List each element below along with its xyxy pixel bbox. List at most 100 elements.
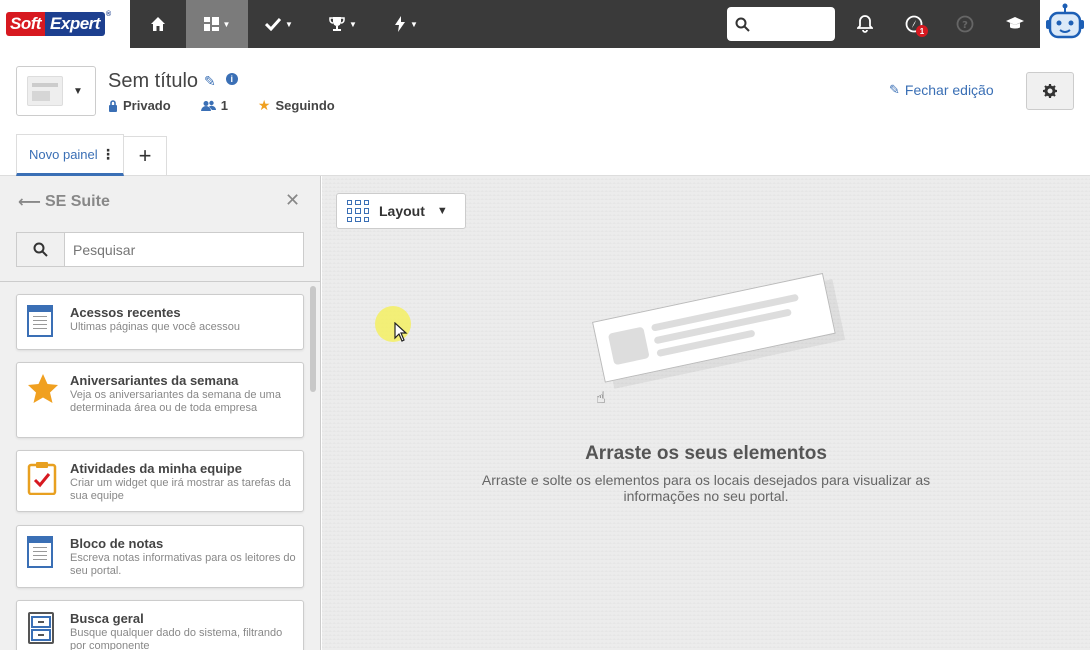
widget-title: Busca geral [70,611,144,626]
widget-description: Ultimas páginas que você acessou [70,321,240,333]
info-icon[interactable]: i [225,72,238,85]
title-row: Sem título ✎ i [108,70,238,93]
global-search-input[interactable] [756,16,826,32]
learning-button[interactable] [1001,10,1029,38]
privacy-status[interactable]: Privado [108,98,171,113]
svg-text:?: ? [962,20,968,31]
follow-label: Seguindo [275,98,335,113]
notepad-icon [27,536,57,570]
notifications-button[interactable] [851,10,879,38]
portal-header: ▼ Sem título ✎ i Privado 1 ★ Seguindo ✎ … [0,48,1090,176]
bell-icon [857,15,873,33]
portal-thumbnail-select[interactable]: ▼ [16,66,96,116]
nav-achievements-button[interactable]: ▼ [318,0,368,48]
gear-icon [1043,84,1057,98]
chevron-down-icon: ▼ [410,19,418,29]
lock-icon [109,99,117,112]
notification-badge: 1 [916,25,928,37]
logo-expert-text: Expert [45,12,105,36]
empty-state-title: Arraste os seus elementos [585,443,827,464]
drag-drop-illustration: ☝ [584,272,844,407]
widget-item-atividades-equipe[interactable]: Atividades da minha equipe Criar um widg… [16,450,304,512]
help-button[interactable]: ? [951,10,979,38]
widget-card-illustration [592,272,836,383]
star-icon: ★ [257,97,271,113]
close-edit-label: Fechar edição [904,82,994,98]
empty-state-description: Arraste e solte os elementos para os loc… [481,472,931,504]
nav-tasks-button[interactable]: ▼ [256,0,302,48]
widget-sidebar: ⟵ SE Suite ✕ Acessos recentes Ultimas pá… [0,176,321,650]
widget-description: Busque qualquer dado do sistema, filtran… [70,627,283,650]
tab-novo-painel[interactable]: Novo painel ⋮ [16,134,124,176]
arrow-left-icon: ⟵ [18,194,41,211]
widget-description: Escreva notas informativas para os leito… [70,552,296,577]
tab-label: Novo painel [29,146,98,162]
check-icon [265,17,282,31]
divider [0,281,320,282]
chevron-down-icon: ▼ [349,19,357,29]
sidebar-title: SE Suite [44,193,110,210]
edit-title-icon[interactable]: ✎ [204,73,216,90]
widget-title: Aniversariantes da semana [70,373,239,388]
robot-icon [1046,3,1084,39]
add-tab-button[interactable]: + [124,136,167,176]
activity-button[interactable]: 1 [900,10,928,38]
global-search[interactable] [727,7,835,41]
bolt-icon [395,16,406,32]
follow-status[interactable]: ★ Seguindo [258,97,335,114]
widget-description: Criar um widget que irá mostrar as taref… [70,477,291,502]
portal-meta: Privado 1 ★ Seguindo [108,97,365,114]
widget-title: Acessos recentes [70,305,181,320]
widget-item-busca-geral[interactable]: Busca geral Busque qualquer dado do sist… [16,600,304,650]
sidebar-back[interactable]: ⟵ SE Suite [18,192,110,212]
mouse-pointer-icon [394,321,408,347]
dashboard-icon [203,17,219,31]
settings-button[interactable] [1026,72,1074,110]
widget-title: Atividades da minha equipe [70,461,242,476]
top-navbar: Soft Expert ® ▼ ▼ ▼ ▼ 1 ? [0,0,1090,48]
layout-dropdown[interactable]: Layout ▼ [336,193,466,229]
widget-item-bloco-de-notas[interactable]: Bloco de notas Escreva notas informativa… [16,525,304,588]
logo-soft-text: Soft [6,12,46,36]
sidebar-search-input[interactable] [64,232,304,267]
grid-layout-icon [347,200,369,222]
members-count[interactable]: 1 [200,98,228,113]
cabinet-icon [27,611,57,645]
logo-registered-mark: ® [105,11,111,18]
sidebar-scrollbar[interactable] [310,286,316,392]
search-icon [735,17,750,32]
chevron-down-icon: ▼ [436,205,448,217]
tab-menu-icon[interactable]: ⋮ [101,146,115,163]
chevron-down-icon: ▼ [73,85,83,97]
star-icon [27,373,58,407]
privacy-label: Privado [123,98,171,113]
widget-item-aniversariantes[interactable]: Aniversariantes da semana Veja os aniver… [16,362,304,438]
nav-dashboard-button[interactable]: ▼ [186,0,248,48]
clipboard-check-icon [27,461,57,496]
sidebar-search [16,232,304,267]
chevron-down-icon: ▼ [222,19,231,29]
widget-item-acessos-recentes[interactable]: Acessos recentes Ultimas páginas que voc… [16,294,304,350]
chevron-down-icon: ▼ [285,19,293,29]
home-icon [151,17,165,31]
members-count-label: 1 [220,98,228,113]
close-icon[interactable]: ✕ [285,190,300,211]
widget-title: Bloco de notas [70,536,164,551]
nav-home-button[interactable] [130,0,186,48]
close-edit-link[interactable]: ✎ Fechar edição [889,82,994,98]
widget-description: Veja os aniversariantes da semana de uma… [70,389,281,414]
nav-shortcuts-button[interactable]: ▼ [384,0,428,48]
pencil-icon: ✎ [889,82,900,97]
help-icon: ? [956,15,974,33]
panel-tabs: Novo painel ⋮ + [16,134,167,176]
document-icon [27,305,57,339]
assistant-robot-avatar[interactable] [1040,0,1090,48]
panel-canvas[interactable]: Layout ▼ ☝ Arraste os seus elementos Arr… [322,176,1090,650]
page-title[interactable]: Sem título [108,70,198,93]
sidebar-search-button[interactable] [16,232,64,267]
layout-label: Layout [379,203,425,219]
softexpert-logo[interactable]: Soft Expert ® [0,0,130,48]
portal-thumbnail [27,76,63,106]
users-icon [200,100,216,111]
trophy-icon [329,17,345,31]
